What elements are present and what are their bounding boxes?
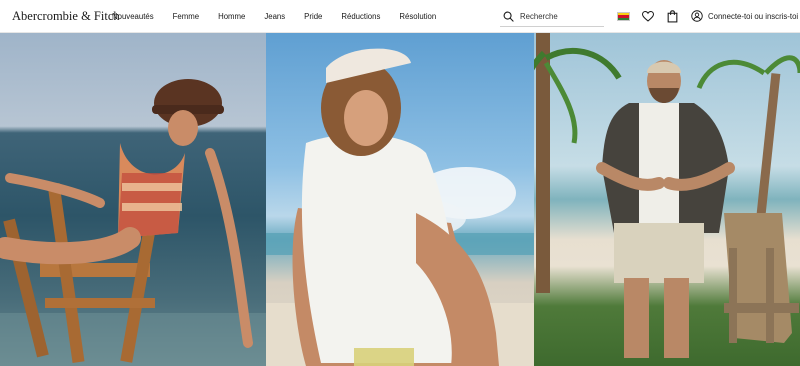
nav-item-reductions[interactable]: Réductions [341,12,380,21]
hero-banner [0,33,800,366]
site-header: Abercrombie & Fitch Nouveautés Femme Hom… [0,0,800,33]
heart-icon [641,11,654,22]
account-label: Connecte-toi ou inscris-toi [708,11,799,21]
nav-item-resolution[interactable]: Résolution [399,12,436,21]
search-icon [503,11,514,22]
hero-image-woman-beach-chair[interactable] [0,33,266,366]
main-nav: Nouveautés Femme Homme Jeans Pride Réduc… [112,0,455,33]
search-bar[interactable] [500,6,604,27]
hero-photo [0,79,266,366]
wishlist-button[interactable] [641,10,654,23]
flag-stripe-green [618,17,629,20]
country-flag-button[interactable] [617,12,630,21]
search-input[interactable] [520,11,600,21]
nav-item-jeans[interactable]: Jeans [264,12,285,21]
hero-photo [534,33,800,358]
hero-photo [266,48,534,366]
shopping-bag-icon [667,10,678,23]
account-link[interactable]: Connecte-toi ou inscris-toi [691,10,798,22]
nav-item-pride[interactable]: Pride [304,12,322,21]
nav-item-femme[interactable]: Femme [173,12,199,21]
hero-image-man-palms[interactable] [534,33,800,366]
user-icon [691,10,703,22]
bag-button[interactable] [666,10,679,23]
hero-image-woman-sitting[interactable] [266,33,534,366]
brand-logo[interactable]: Abercrombie & Fitch [12,9,120,24]
nav-item-nouveautes[interactable]: Nouveautés [112,12,154,21]
nav-item-homme[interactable]: Homme [218,12,245,21]
